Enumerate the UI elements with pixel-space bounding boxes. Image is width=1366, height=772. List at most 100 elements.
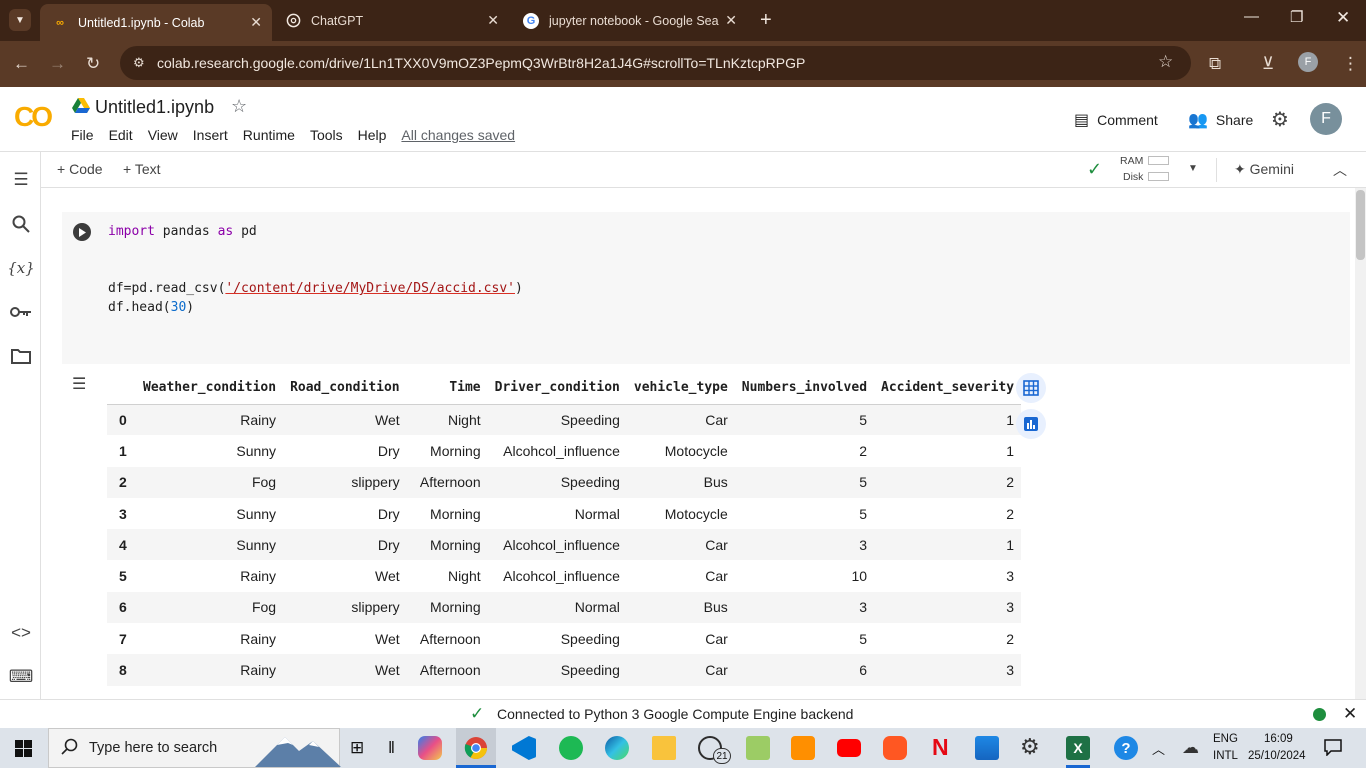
table-cell: 3	[874, 591, 1022, 624]
menu-tools[interactable]: Tools	[310, 127, 343, 143]
resources-dropdown-icon[interactable]: ▼	[1188, 163, 1198, 174]
microsoft-store-icon[interactable]	[975, 736, 999, 760]
menu-file[interactable]: File	[71, 127, 94, 143]
interactive-table-button[interactable]	[1016, 373, 1046, 403]
secrets-key-icon[interactable]	[9, 300, 33, 324]
gemini-button[interactable]: ✦ Gemini	[1234, 161, 1294, 178]
youtube-icon[interactable]	[837, 739, 861, 757]
address-bar[interactable]: ⚙ colab.research.google.com/drive/1Ln1TX…	[120, 46, 1191, 80]
bookmark-star-icon[interactable]: ☆	[1158, 52, 1173, 72]
copilot-icon[interactable]	[418, 736, 442, 760]
connected-check-icon: ✓	[1087, 159, 1103, 179]
close-icon[interactable]: ✕	[487, 12, 499, 29]
left-sidebar: ☰ {x} <> ⌨	[0, 152, 41, 699]
row-index-cell: 4	[107, 529, 136, 561]
notebook-title[interactable]: Untitled1.ipynb	[95, 97, 214, 118]
row-index-cell: 3	[119, 505, 127, 522]
sublime-icon[interactable]	[791, 736, 815, 760]
code-line-3: df.head(30)	[108, 300, 194, 315]
profile-avatar[interactable]: F	[1298, 52, 1318, 72]
language-indicator-bottom[interactable]: INTL	[1213, 750, 1238, 762]
minimize-icon[interactable]: —	[1244, 8, 1259, 25]
add-text-button[interactable]: + Text	[123, 161, 161, 177]
code-token: import	[108, 224, 155, 239]
table-cell: Dry	[377, 505, 400, 522]
tab-search-dropdown[interactable]: ▼	[9, 9, 31, 31]
run-cell-button[interactable]	[73, 223, 91, 241]
tab-colab[interactable]: ∞ Untitled1.ipynb - Colab ✕	[40, 4, 272, 41]
variables-icon[interactable]: {x}	[7, 256, 35, 280]
spotify-icon[interactable]	[559, 736, 583, 760]
help-icon[interactable]: ?	[1114, 736, 1138, 760]
forward-arrow-icon[interactable]: →	[49, 54, 66, 74]
settings-gear-icon[interactable]: ⚙	[1271, 107, 1289, 132]
star-icon[interactable]: ☆	[231, 96, 247, 117]
table-cell: 5	[734, 404, 875, 436]
tab-chatgpt[interactable]: ChatGPT ✕	[273, 6, 509, 35]
onedrive-cloud-icon[interactable]: ☁	[1182, 738, 1199, 758]
code-token: df.head(	[108, 300, 171, 315]
code-snippets-icon[interactable]: <>	[9, 621, 33, 645]
menu-view[interactable]: View	[148, 127, 178, 143]
task-view-icon[interactable]: ⊞	[350, 738, 364, 758]
close-status-icon[interactable]: ✕	[1343, 704, 1357, 724]
reload-icon[interactable]: ↻	[86, 54, 100, 74]
collapse-chevron-icon[interactable]: ︿	[1333, 160, 1347, 180]
chrome-icon[interactable]	[456, 728, 496, 768]
netflix-icon[interactable]: N	[932, 734, 949, 761]
recorder-icon[interactable]	[883, 736, 907, 760]
site-info-icon[interactable]: ⚙	[133, 55, 145, 71]
taskbar-search-box[interactable]: Type here to search	[48, 728, 341, 768]
suggest-charts-button[interactable]	[1016, 409, 1046, 439]
vscode-icon[interactable]	[512, 736, 536, 760]
table-row: 3 Sunny Dry Morning Normal Motocycle 5 2	[107, 498, 1021, 529]
menu-help[interactable]: Help	[358, 127, 387, 143]
row-index-cell: 7	[119, 630, 127, 647]
code-token: )	[515, 281, 523, 296]
notification-icon[interactable]	[1324, 738, 1342, 761]
excel-icon[interactable]: X	[1066, 736, 1090, 760]
language-indicator-top[interactable]: ENG	[1213, 733, 1238, 745]
browser-tab-strip: ▼ ∞ Untitled1.ipynb - Colab ✕ ChatGPT ✕ …	[0, 0, 1366, 41]
output-options-icon[interactable]: ☰	[72, 374, 86, 394]
code-token: df=pd.read_csv(	[108, 281, 226, 296]
clock-date[interactable]: 25/10/2024	[1248, 750, 1306, 762]
code-token: as	[217, 224, 234, 239]
table-of-contents-icon[interactable]: ☰	[9, 168, 33, 192]
file-explorer-icon[interactable]	[652, 736, 676, 760]
colab-logo[interactable]: CO	[14, 101, 53, 133]
close-icon[interactable]: ✕	[725, 12, 737, 29]
table-cell: 2	[1006, 505, 1015, 522]
download-icon[interactable]: ⊻	[1262, 54, 1274, 74]
settings-gear-icon[interactable]: ⚙	[1020, 734, 1040, 760]
table-cell: Speeding	[487, 654, 627, 686]
table-cell: 2	[874, 466, 1022, 498]
terminal-icon[interactable]: ⌨	[9, 665, 34, 689]
edge-icon[interactable]	[605, 736, 629, 760]
clock-time[interactable]: 16:09	[1264, 733, 1293, 745]
new-tab-plus-icon[interactable]: +	[760, 9, 772, 32]
files-folder-icon[interactable]	[9, 344, 33, 368]
comment-button[interactable]: ▤ Comment	[1074, 110, 1158, 130]
add-code-button[interactable]: + Code	[57, 161, 103, 177]
scrollbar-thumb[interactable]	[1356, 190, 1365, 260]
search-icon[interactable]	[9, 212, 33, 236]
menu-edit[interactable]: Edit	[109, 127, 133, 143]
kebab-menu-icon[interactable]: ⋮	[1342, 54, 1359, 74]
user-avatar[interactable]: F	[1310, 103, 1342, 135]
code-cell[interactable]: import pandas as pd df=pd.read_csv('/con…	[62, 212, 1350, 364]
share-button[interactable]: 👥 Share	[1188, 110, 1253, 130]
show-hidden-icons-chevron[interactable]: ︿	[1152, 739, 1165, 758]
extensions-icon[interactable]: ⧉	[1209, 54, 1221, 74]
paint-icon[interactable]	[746, 736, 770, 760]
window-close-icon[interactable]: ✕	[1336, 8, 1350, 28]
tab-google-search[interactable]: G jupyter notebook - Google Sear ✕	[511, 6, 747, 35]
scrollbar-track[interactable]	[1355, 188, 1366, 699]
close-icon[interactable]: ✕	[250, 14, 262, 31]
menu-insert[interactable]: Insert	[193, 127, 228, 143]
save-status-link[interactable]: All changes saved	[401, 127, 515, 143]
back-arrow-icon[interactable]: ←	[13, 54, 30, 74]
windows-start-icon[interactable]	[15, 740, 32, 762]
menu-runtime[interactable]: Runtime	[243, 127, 295, 143]
restore-icon[interactable]: ❐	[1290, 8, 1303, 26]
